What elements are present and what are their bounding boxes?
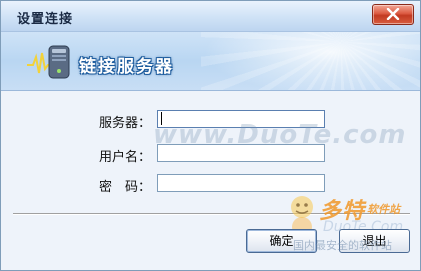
banner-title: 链接服务器 xyxy=(79,57,174,77)
close-icon xyxy=(386,8,400,20)
banner-rays xyxy=(201,32,420,90)
watermark-text: www.DuoTe.com xyxy=(153,120,407,150)
window-title: 设置连接 xyxy=(17,12,74,27)
server-icon xyxy=(27,45,70,79)
watermark-brand-sub: 软件站 xyxy=(367,203,400,216)
password-input[interactable] xyxy=(157,174,325,192)
title-bar[interactable]: 设置连接 xyxy=(1,1,420,32)
watermark-tagline: 国内最安全的软件站 xyxy=(293,239,392,252)
username-label: 用户名： xyxy=(99,150,152,165)
header-banner: 链接服务器 xyxy=(1,32,420,91)
password-label: 密 码： xyxy=(99,180,152,195)
close-button[interactable] xyxy=(372,4,414,25)
dialog-window: 设置连接 链接服务器 服务器： 用户名： 密 码： www.DuoTe.com xyxy=(0,0,421,271)
server-label: 服务器： xyxy=(99,116,152,131)
